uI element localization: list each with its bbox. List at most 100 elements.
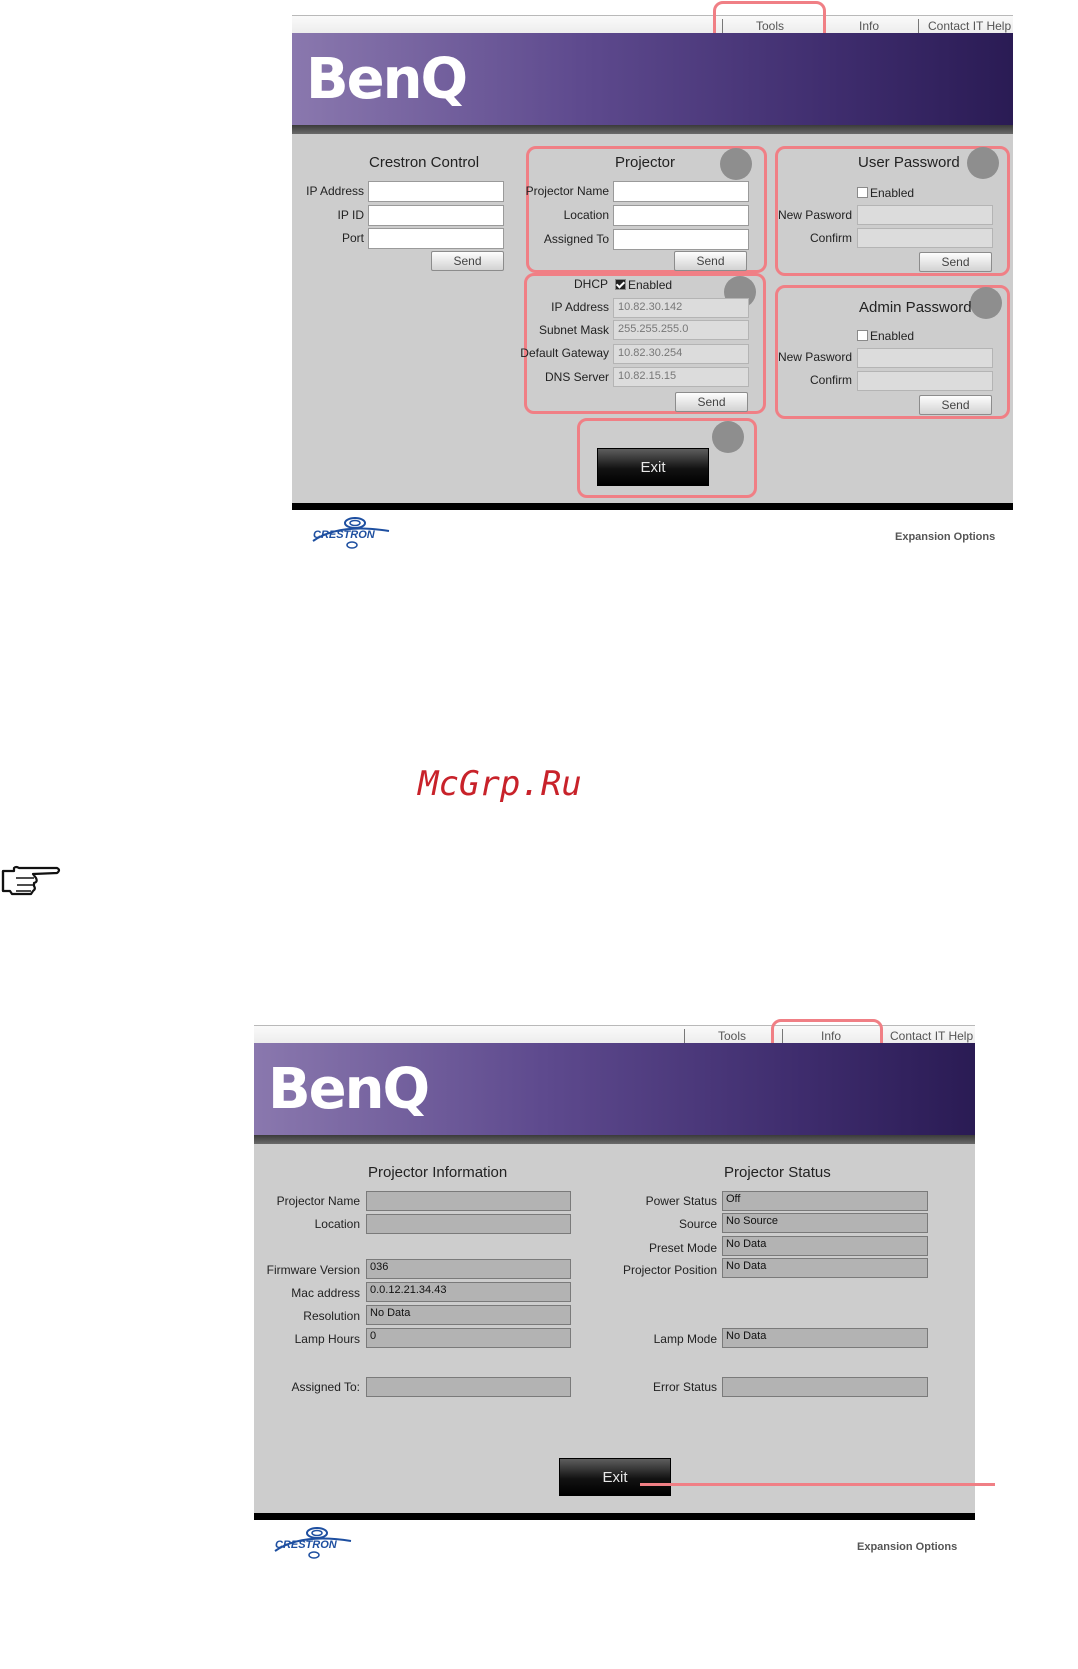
top-nav-bar: Tools Info Contact IT Help <box>292 15 1013 34</box>
info-name-field <box>366 1191 571 1211</box>
admin-confirm-label: Confirm <box>809 373 852 387</box>
info-name-label: Projector Name <box>276 1194 360 1208</box>
crestron-ip-label: IP Address <box>306 184 364 198</box>
projector-status-title: Projector Status <box>724 1164 831 1181</box>
default-gateway-label: Default Gateway <box>520 346 609 360</box>
panel-bottom-bar <box>254 1513 975 1520</box>
user-confirm-label: Confirm <box>809 231 852 245</box>
banner-divider <box>254 1135 975 1144</box>
dhcp-enabled-checkbox[interactable]: Enabled <box>615 278 672 292</box>
projector-send-button[interactable]: Send <box>674 251 747 271</box>
banner-divider <box>292 125 1013 134</box>
preset-mode-field: No Data <box>722 1236 928 1256</box>
expansion-options-link[interactable]: Expansion Options <box>895 531 995 543</box>
checkbox-checked-icon <box>615 279 626 290</box>
user-new-password-input[interactable] <box>857 205 993 225</box>
crestron-port-label: Port <box>341 231 364 245</box>
nav-contact-help-link[interactable]: Contact IT Help <box>890 1029 973 1043</box>
admin-password-send-button[interactable]: Send <box>919 395 992 415</box>
preset-mode-label: Preset Mode <box>648 1241 717 1255</box>
ip-address-label: IP Address <box>551 300 609 314</box>
crestron-ip-input[interactable] <box>368 181 504 202</box>
admin-password-enabled-checkbox[interactable]: Enabled <box>857 329 914 343</box>
projector-position-label: Projector Position <box>622 1263 717 1277</box>
projector-name-label: Projector Name <box>525 184 609 198</box>
nav-info-link[interactable]: Info <box>859 19 879 33</box>
header-banner: BenQ <box>292 33 1013 125</box>
admin-enabled-label: Enabled <box>870 329 915 343</box>
user-password-title: User Password <box>858 154 960 171</box>
source-field: No Source <box>722 1213 928 1233</box>
crestron-ipid-label: IP ID <box>337 208 364 222</box>
projector-title: Projector <box>615 154 676 171</box>
step-marker-4 <box>970 287 1002 319</box>
projector-location-input[interactable] <box>613 205 749 226</box>
exit-callout-line <box>640 1483 995 1486</box>
dns-server-field[interactable]: 10.82.15.15 <box>613 367 749 387</box>
dns-server-label: DNS Server <box>544 370 609 384</box>
step-marker-5 <box>712 421 744 453</box>
lamp-hours-label: Lamp Hours <box>294 1332 360 1346</box>
info-location-field <box>366 1214 571 1234</box>
lamp-hours-field: 0 <box>366 1328 571 1348</box>
user-password-send-button[interactable]: Send <box>919 252 992 272</box>
assigned-to-field <box>366 1377 571 1397</box>
panel-bottom-bar <box>292 503 1013 510</box>
dhcp-label: DHCP <box>573 277 608 291</box>
crestron-port-input[interactable] <box>368 228 504 249</box>
user-confirm-input[interactable] <box>857 228 993 248</box>
source-label: Source <box>678 1217 717 1231</box>
mac-address-field: 0.0.12.21.34.43 <box>366 1282 571 1302</box>
crestron-send-button[interactable]: Send <box>431 251 504 271</box>
lamp-mode-field: No Data <box>722 1328 928 1348</box>
mac-address-label: Mac address <box>291 1286 360 1300</box>
crestron-logo: CRESTRON <box>271 1525 361 1561</box>
info-location-label: Location <box>314 1217 360 1231</box>
crestron-ipid-input[interactable] <box>368 205 504 226</box>
user-password-enabled-checkbox[interactable]: Enabled <box>857 186 914 200</box>
step-marker-3 <box>967 147 999 179</box>
projector-assigned-input[interactable] <box>613 229 749 250</box>
assigned-to-label: Assigned To: <box>291 1380 361 1394</box>
crestron-logo: CRESTRON <box>309 515 399 551</box>
crestron-wordmark: CRESTRON <box>275 1539 337 1551</box>
crestron-wordmark: CRESTRON <box>313 529 375 541</box>
projector-name-input[interactable] <box>613 181 749 202</box>
expansion-options-link[interactable]: Expansion Options <box>857 1541 957 1553</box>
default-gateway-field[interactable]: 10.82.30.254 <box>613 344 749 364</box>
error-status-field <box>722 1377 928 1397</box>
projector-position-field: No Data <box>722 1258 928 1278</box>
projector-information-title: Projector Information <box>368 1164 508 1181</box>
subnet-mask-label: Subnet Mask <box>538 323 609 337</box>
benq-logo: BenQ <box>268 1057 430 1122</box>
admin-password-title: Admin Password <box>859 299 972 316</box>
crestron-control-title: Crestron Control <box>369 154 480 171</box>
user-enabled-label: Enabled <box>870 186 915 200</box>
lamp-mode-label: Lamp Mode <box>653 1332 717 1346</box>
projector-location-label: Location <box>563 208 609 222</box>
admin-confirm-input[interactable] <box>857 371 993 391</box>
nav-tools-link[interactable]: Tools <box>718 1029 746 1043</box>
benq-logo: BenQ <box>306 47 468 112</box>
firmware-version-label: Firmware Version <box>266 1263 360 1277</box>
error-status-label: Error Status <box>652 1380 717 1394</box>
network-send-button[interactable]: Send <box>675 392 748 412</box>
subnet-mask-field[interactable]: 255.255.255.0 <box>613 320 749 340</box>
nav-contact-help-link[interactable]: Contact IT Help <box>928 19 1011 33</box>
watermark: McGrp.Ru <box>418 764 582 804</box>
resolution-label: Resolution <box>303 1309 360 1323</box>
checkbox-empty-icon <box>857 330 868 341</box>
checkbox-empty-icon <box>857 187 868 198</box>
exit-button[interactable]: Exit <box>559 1458 671 1496</box>
projector-assigned-label: Assigned To <box>543 232 609 246</box>
firmware-version-field: 036 <box>366 1259 571 1279</box>
pointing-hand-icon <box>0 864 62 898</box>
admin-new-password-label: New Pasword <box>777 350 852 364</box>
dhcp-enabled-label: Enabled <box>628 278 673 292</box>
exit-button[interactable]: Exit <box>597 448 709 486</box>
step-marker-1 <box>720 148 752 180</box>
power-status-label: Power Status <box>645 1194 717 1208</box>
admin-new-password-input[interactable] <box>857 348 993 368</box>
power-status-field: Off <box>722 1191 928 1211</box>
ip-address-field[interactable]: 10.82.30.142 <box>613 298 749 318</box>
